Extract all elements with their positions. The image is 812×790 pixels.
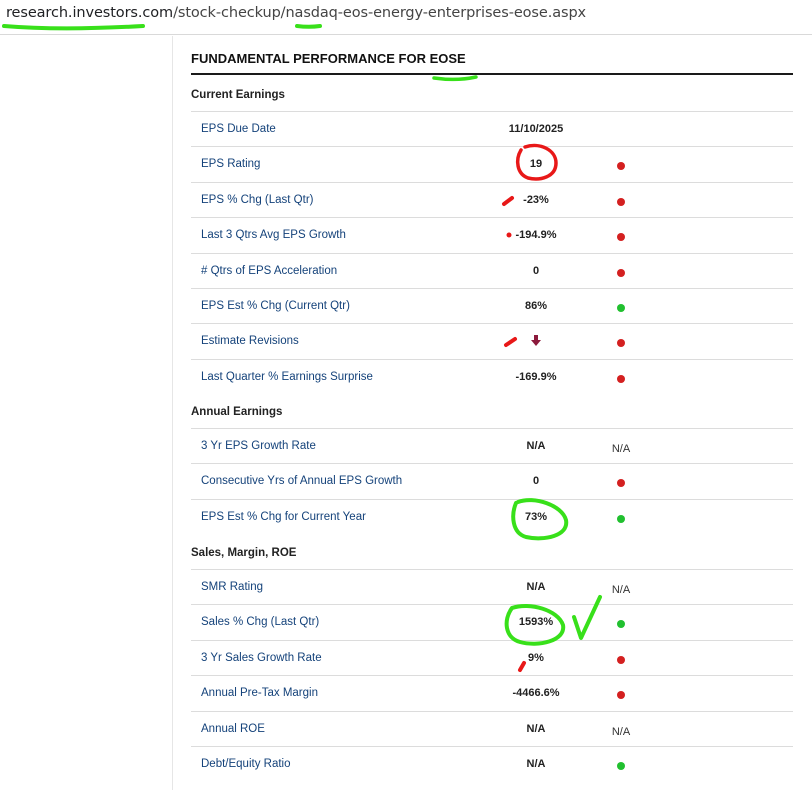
metric-label-link[interactable]: Sales % Chg (Last Qtr) xyxy=(201,616,319,628)
panel-title: FUNDAMENTAL PERFORMANCE FOR EOSE xyxy=(191,51,466,66)
metric-label-link[interactable]: EPS Est % Chg (Current Qtr) xyxy=(201,300,350,312)
metric-label-link[interactable]: EPS Due Date xyxy=(201,123,276,135)
table-row: Last 3 Qtrs Avg EPS Growth -194.9% xyxy=(191,217,793,253)
red-status-dot xyxy=(601,157,641,173)
status-text: N/A xyxy=(601,722,641,738)
red-status-dot xyxy=(601,474,641,490)
green-dot-icon xyxy=(617,304,625,312)
status-na-text: N/A xyxy=(611,725,631,738)
metric-value: N/A xyxy=(526,440,546,452)
status-na-text: N/A xyxy=(611,584,631,596)
metric-value: N/A xyxy=(526,581,546,593)
table-row: 3 Yr EPS Growth Rate N/A N/A xyxy=(191,428,793,464)
metric-label-link[interactable]: Annual Pre-Tax Margin xyxy=(201,687,318,699)
metric-label-link[interactable]: Debt/Equity Ratio xyxy=(201,758,291,770)
red-status-dot xyxy=(601,228,641,244)
table-row: Estimate Revisions xyxy=(191,323,793,359)
table-row: 3 Yr Sales Growth Rate 9% xyxy=(191,639,793,676)
green-dot-icon xyxy=(617,620,625,629)
metric-label-link[interactable]: Annual ROE xyxy=(201,723,265,735)
red-dot-icon xyxy=(617,374,625,383)
table-row: EPS Due Date 11/10/2025 xyxy=(191,111,793,147)
table-row: EPS Rating 19 xyxy=(191,146,793,182)
metric-value: 9% xyxy=(528,651,544,664)
table-row: Debt/Equity Ratio N/A xyxy=(191,746,793,782)
table-row: # Qtrs of EPS Acceleration 0 xyxy=(191,252,793,289)
section-heading: Annual Earnings xyxy=(191,406,283,418)
status-na-text: N/A xyxy=(611,443,631,455)
address-bar[interactable]: research.investors.com/stock-checkup/nas… xyxy=(0,0,812,35)
metric-value: -23% xyxy=(523,193,549,206)
table-row: EPS Est % Chg for Current Year 73% xyxy=(191,498,793,535)
green-status-dot xyxy=(601,299,641,315)
red-dot-icon xyxy=(617,691,625,700)
metric-value: 11/10/2025 xyxy=(508,123,564,135)
table-row: Last Quarter % Earnings Surprise -169.9% xyxy=(191,358,793,395)
metric-label-link[interactable]: 3 Yr Sales Growth Rate xyxy=(201,652,322,664)
metric-value: -169.9% xyxy=(515,370,557,383)
url-text[interactable]: research.investors.com/stock-checkup/nas… xyxy=(6,5,586,21)
metric-label-link[interactable]: EPS Est % Chg for Current Year xyxy=(201,511,366,523)
red-status-dot xyxy=(601,334,641,350)
metric-label-link[interactable]: Estimate Revisions xyxy=(201,335,299,347)
metric-value: 86% xyxy=(524,300,548,312)
metric-label-link[interactable]: Last 3 Qtrs Avg EPS Growth xyxy=(201,229,346,241)
green-dot-icon xyxy=(617,762,625,770)
table-row: Sales % Chg (Last Qtr) 1593% xyxy=(191,604,793,640)
metric-value: -4466.6% xyxy=(512,687,560,700)
table-row: Consecutive Yrs of Annual EPS Growth 0 xyxy=(191,463,793,499)
metric-label-link[interactable]: EPS % Chg (Last Qtr) xyxy=(201,194,313,206)
metric-value: 0 xyxy=(532,475,540,488)
metric-label-link[interactable]: # Qtrs of EPS Acceleration xyxy=(201,265,337,277)
table-row: Annual Pre-Tax Margin -4466.6% xyxy=(191,675,793,711)
metric-label-link[interactable]: Last Quarter % Earnings Surprise xyxy=(201,371,373,383)
metric-value: N/A xyxy=(526,758,546,770)
metric-value: -194.9% xyxy=(515,229,557,242)
table-row: EPS % Chg (Last Qtr) -23% xyxy=(191,181,793,218)
metric-label-link[interactable]: EPS Rating xyxy=(201,158,260,170)
status-text: N/A xyxy=(601,439,641,455)
green-status-dot xyxy=(601,510,641,526)
table-row: Annual ROE N/A N/A xyxy=(191,710,793,747)
red-status-dot xyxy=(601,370,641,386)
status-text: N/A xyxy=(601,580,641,596)
metric-label-link[interactable]: 3 Yr EPS Growth Rate xyxy=(201,440,316,452)
status-empty xyxy=(601,122,641,138)
metric-label-link[interactable]: Consecutive Yrs of Annual EPS Growth xyxy=(201,475,402,487)
red-status-dot xyxy=(601,264,641,280)
url-path: /stock-checkup/nasdaq-eos-energy-enterpr… xyxy=(173,5,587,21)
green-status-dot xyxy=(601,757,641,773)
table-row: EPS Est % Chg (Current Qtr) 86% xyxy=(191,288,793,324)
table-row: SMR Rating N/A N/A xyxy=(191,569,793,605)
green-status-dot xyxy=(601,615,641,631)
metric-value: 1593% xyxy=(518,616,554,629)
metric-value: 73% xyxy=(524,510,548,523)
metric-value: 0 xyxy=(532,264,540,277)
down-arrow-icon xyxy=(491,335,581,347)
red-dot-icon xyxy=(617,162,625,171)
red-dot-icon xyxy=(617,268,625,277)
metric-value: N/A xyxy=(526,722,546,735)
section-heading: Sales, Margin, ROE xyxy=(191,547,297,559)
annotation-underline-eose-title xyxy=(432,75,478,82)
red-dot-icon xyxy=(617,197,625,206)
red-dot-icon xyxy=(617,339,625,348)
red-status-dot xyxy=(601,651,641,667)
title-rule xyxy=(191,73,793,75)
left-column-divider xyxy=(172,36,173,790)
url-domain: research.investors.com xyxy=(6,5,174,21)
red-dot-icon xyxy=(617,655,625,664)
red-dot-icon xyxy=(617,479,625,488)
red-dot-icon xyxy=(617,233,625,242)
section-heading: Current Earnings xyxy=(191,89,285,101)
metric-label-link[interactable]: SMR Rating xyxy=(201,581,263,593)
green-dot-icon xyxy=(617,514,625,523)
red-status-dot xyxy=(601,686,641,702)
red-status-dot xyxy=(601,193,641,209)
metric-value: 19 xyxy=(529,158,543,171)
